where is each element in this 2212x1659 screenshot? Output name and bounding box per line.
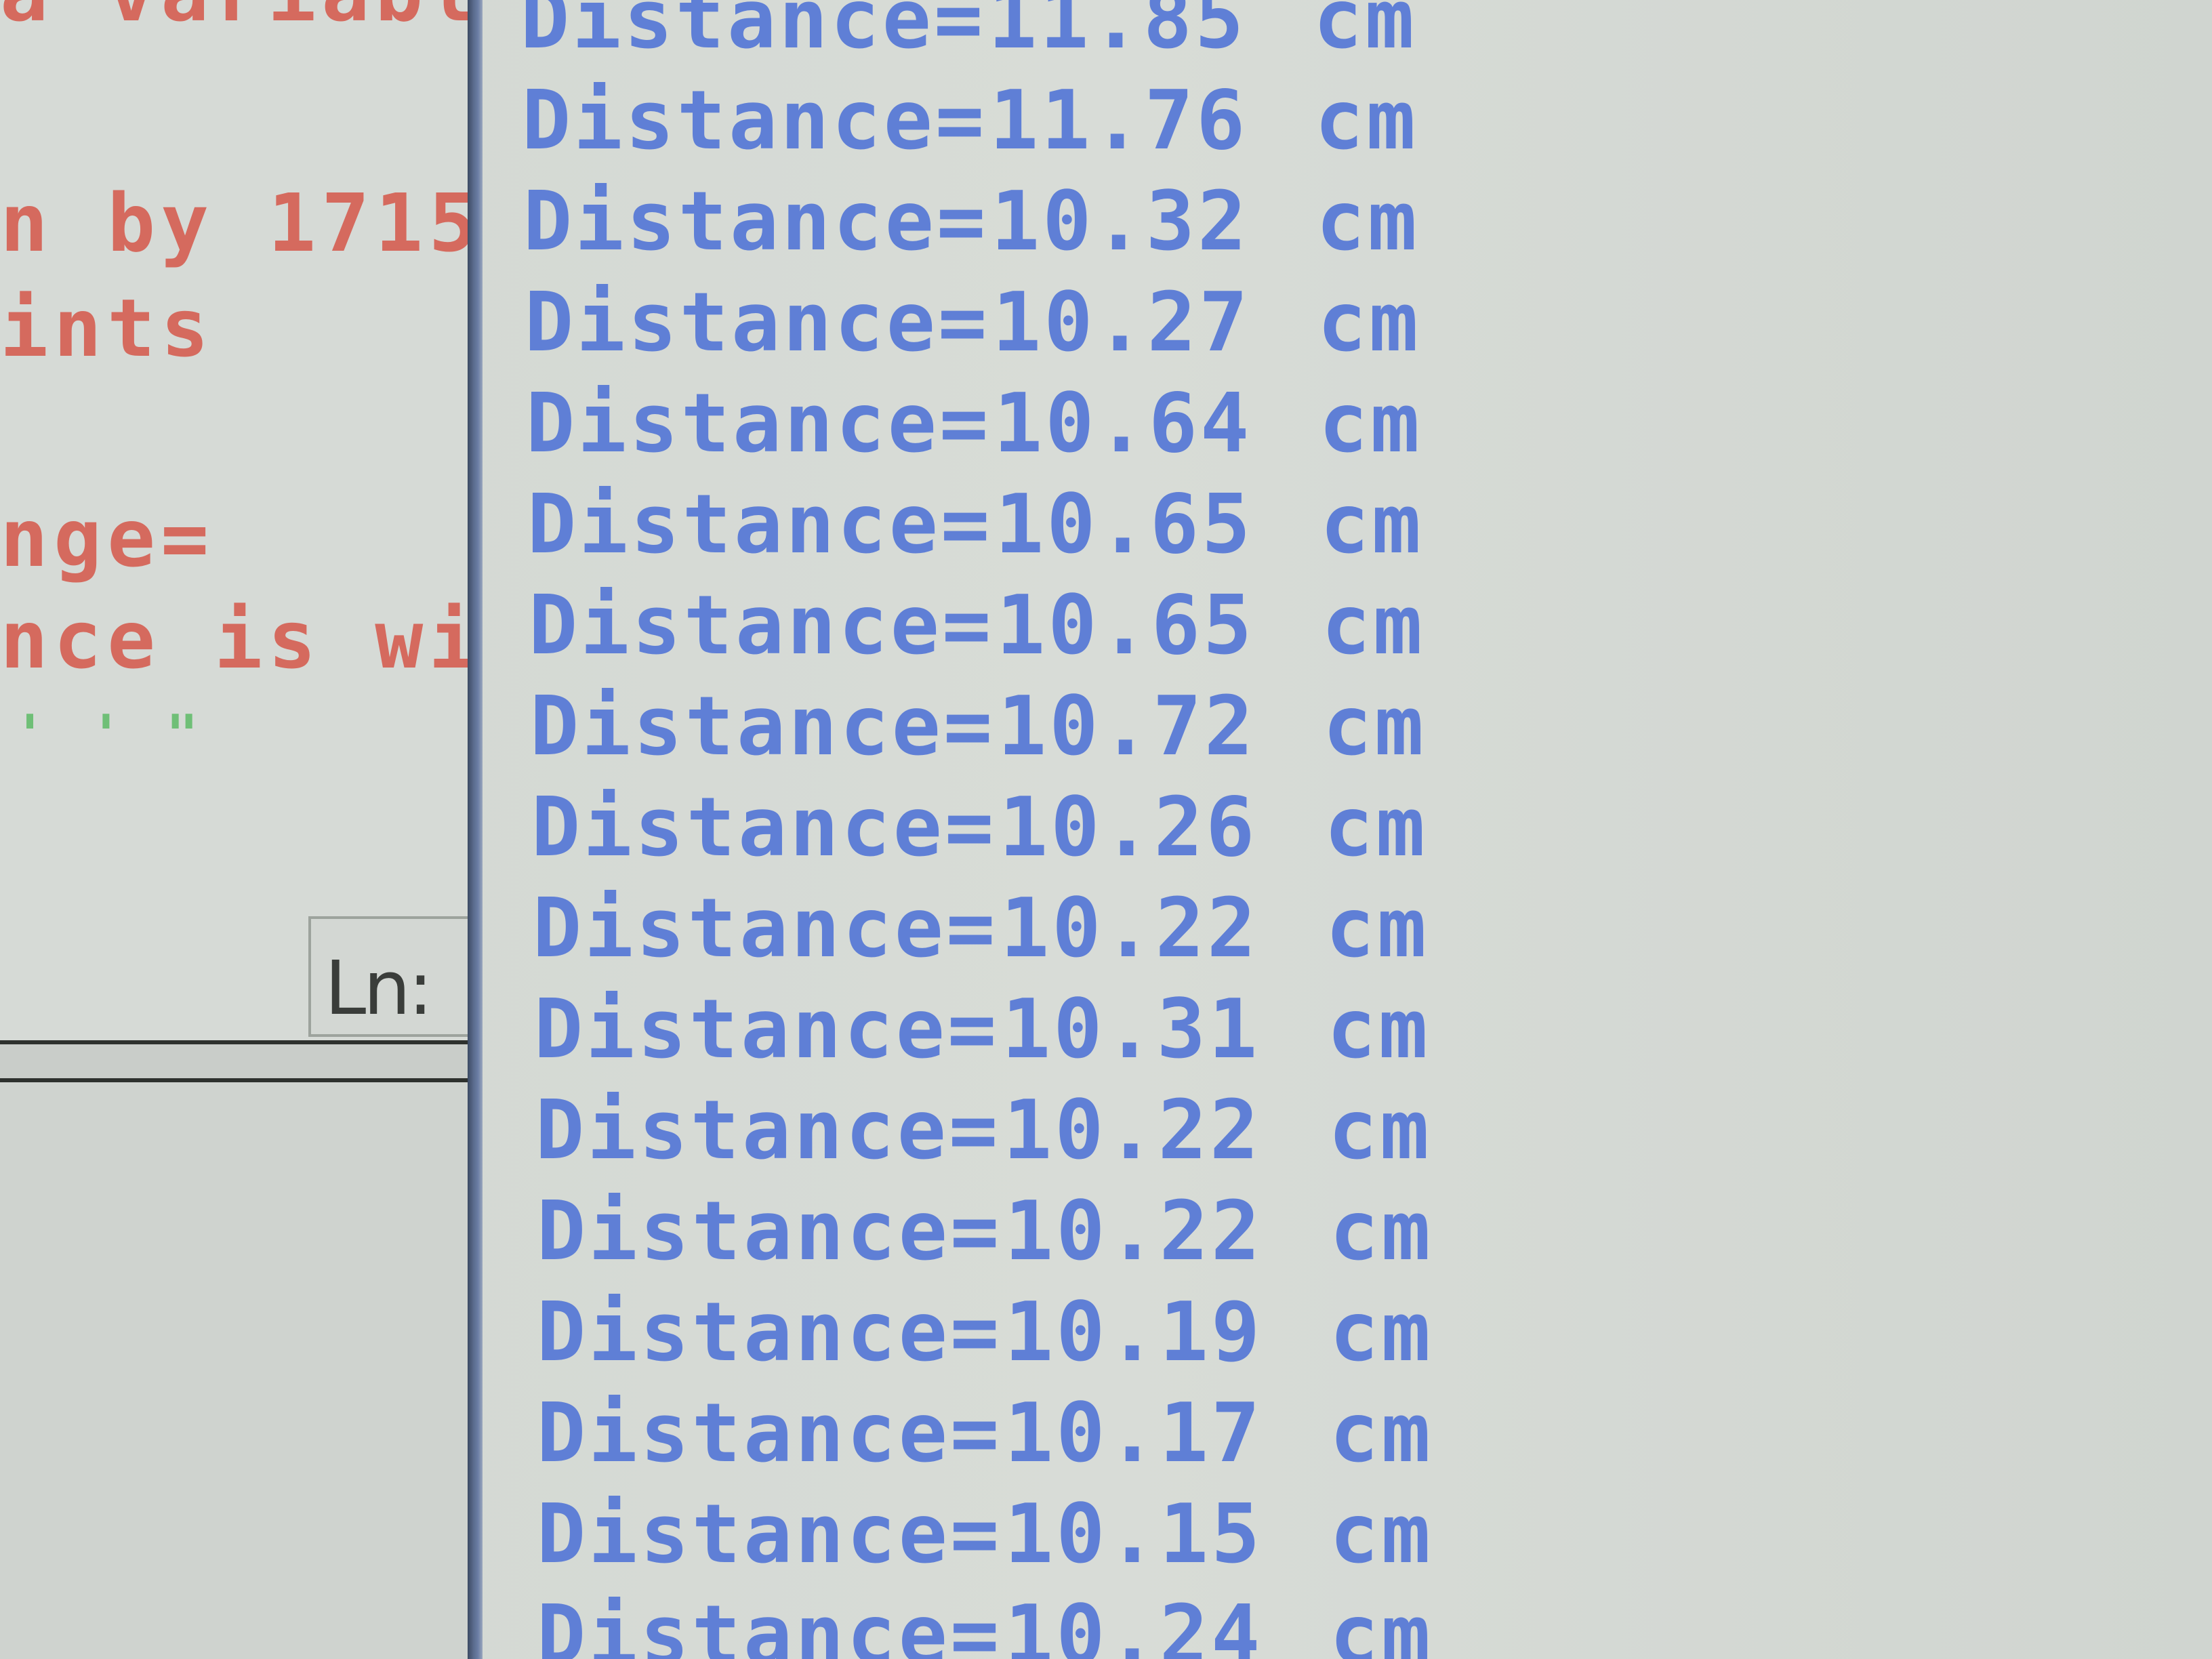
- distance-unit: cm: [1315, 73, 1418, 168]
- pane-divider-vertical[interactable]: [468, 0, 483, 1659]
- serial-output-line: Distance= 10.17 cm: [537, 1383, 1433, 1483]
- serial-output-line: Distance= 10.22 cm: [533, 878, 1429, 979]
- distance-unit: cm: [1330, 1386, 1433, 1481]
- serial-output-line: Distance= 10.72 cm: [530, 676, 1427, 777]
- distance-label: Distance=: [537, 1386, 1002, 1481]
- code-line: n by 1715: [0, 176, 468, 270]
- code-line: ints: [0, 281, 215, 375]
- distance-unit: cm: [1330, 1487, 1433, 1582]
- distance-unit: cm: [1316, 174, 1420, 269]
- distance-label: Distance=: [523, 174, 989, 269]
- distance-unit: cm: [1322, 578, 1425, 673]
- distance-value: 10.65: [995, 477, 1254, 572]
- distance-unit: cm: [1328, 1083, 1432, 1178]
- distance-unit: cm: [1317, 275, 1421, 370]
- distance-value: 10.65: [996, 578, 1255, 673]
- serial-output-line: Distance= 10.22 cm: [535, 1080, 1432, 1181]
- distance-label: Distance=: [529, 578, 994, 673]
- serial-output-line: Distance= 11.76 cm: [522, 70, 1418, 171]
- distance-label: Distance=: [537, 1285, 1002, 1380]
- distance-label: Distance=: [537, 1588, 1002, 1659]
- distance-unit: cm: [1320, 477, 1424, 572]
- distance-label: Distance=: [537, 1487, 1002, 1582]
- distance-label: Distance=: [526, 376, 991, 471]
- distance-value: 10.32: [991, 174, 1250, 269]
- distance-value: 10.17: [1004, 1386, 1263, 1481]
- serial-output-line: Distance= 10.22 cm: [537, 1181, 1433, 1282]
- distance-unit: cm: [1330, 1285, 1433, 1380]
- distance-value: 10.15: [1004, 1487, 1263, 1582]
- distance-value: 10.22: [1003, 1083, 1262, 1178]
- distance-value: 10.64: [994, 376, 1252, 471]
- distance-label: Distance=: [534, 982, 1000, 1077]
- line-number-indicator: Ln:: [308, 916, 468, 1037]
- distance-label: Distance=: [533, 881, 998, 976]
- line-number-label: Ln:: [325, 945, 433, 1031]
- distance-value: 10.26: [999, 780, 1258, 875]
- distance-label: Distance=: [537, 1184, 1002, 1279]
- serial-output-line: Distance= 10.19 cm: [537, 1282, 1433, 1382]
- distance-label: Distance=: [522, 73, 987, 168]
- serial-output-line: Distance= 11.85 cm: [520, 0, 1417, 70]
- distance-unit: cm: [1327, 982, 1431, 1077]
- serial-output-line: Distance= 10.27 cm: [525, 272, 1421, 373]
- distance-unit: cm: [1330, 1588, 1433, 1659]
- serial-output-line: Distance= 10.24 cm: [537, 1585, 1433, 1659]
- serial-monitor-output: Distance= 11.85 cm Distance= 11.76 cm Distance…: [483, 0, 2212, 1659]
- code-line-string: ' ' ": [14, 703, 204, 766]
- distance-label: Distance=: [530, 679, 996, 774]
- serial-output-line: Distance= 10.64 cm: [526, 373, 1422, 474]
- distance-value: 10.22: [1000, 881, 1259, 976]
- code-line: nce is wi: [0, 593, 468, 687]
- serial-output-line: Distance= 10.26 cm: [531, 777, 1428, 878]
- distance-unit: cm: [1326, 881, 1429, 976]
- serial-output-line: Distance= 10.65 cm: [527, 474, 1424, 575]
- distance-label: Distance=: [535, 1083, 1001, 1178]
- screen: a variabl n by 1715 ints nge= nce is wi …: [0, 0, 2212, 1659]
- distance-unit: cm: [1324, 780, 1428, 875]
- code-line: nge=: [0, 491, 215, 585]
- distance-value: 10.72: [998, 679, 1256, 774]
- serial-output-line: Distance= 10.15 cm: [537, 1484, 1433, 1584]
- serial-output-line: Distance= 10.65 cm: [529, 575, 1425, 676]
- distance-unit: cm: [1313, 0, 1417, 67]
- distance-value: 10.24: [1004, 1588, 1263, 1659]
- pane-divider-horizontal[interactable]: [0, 1040, 478, 1082]
- distance-label: Distance=: [531, 780, 997, 875]
- console-pane: [0, 1082, 478, 1659]
- distance-value: 10.19: [1004, 1285, 1263, 1380]
- distance-label: Distance=: [525, 275, 990, 370]
- code-editor-pane[interactable]: a variabl n by 1715 ints nge= nce is wi …: [0, 0, 468, 1044]
- serial-output-line: Distance= 10.31 cm: [534, 979, 1431, 1080]
- distance-value: 10.27: [992, 275, 1251, 370]
- distance-value: 11.85: [988, 0, 1247, 67]
- distance-label: Distance=: [520, 0, 986, 67]
- distance-unit: cm: [1323, 679, 1427, 774]
- distance-value: 10.22: [1004, 1184, 1263, 1279]
- distance-value: 11.76: [989, 73, 1248, 168]
- serial-output-line: Distance= 10.32 cm: [523, 171, 1420, 272]
- distance-unit: cm: [1319, 376, 1422, 471]
- distance-label: Distance=: [527, 477, 993, 572]
- distance-unit: cm: [1330, 1184, 1433, 1279]
- code-line: a variabl: [0, 0, 468, 33]
- distance-value: 10.31: [1002, 982, 1261, 1077]
